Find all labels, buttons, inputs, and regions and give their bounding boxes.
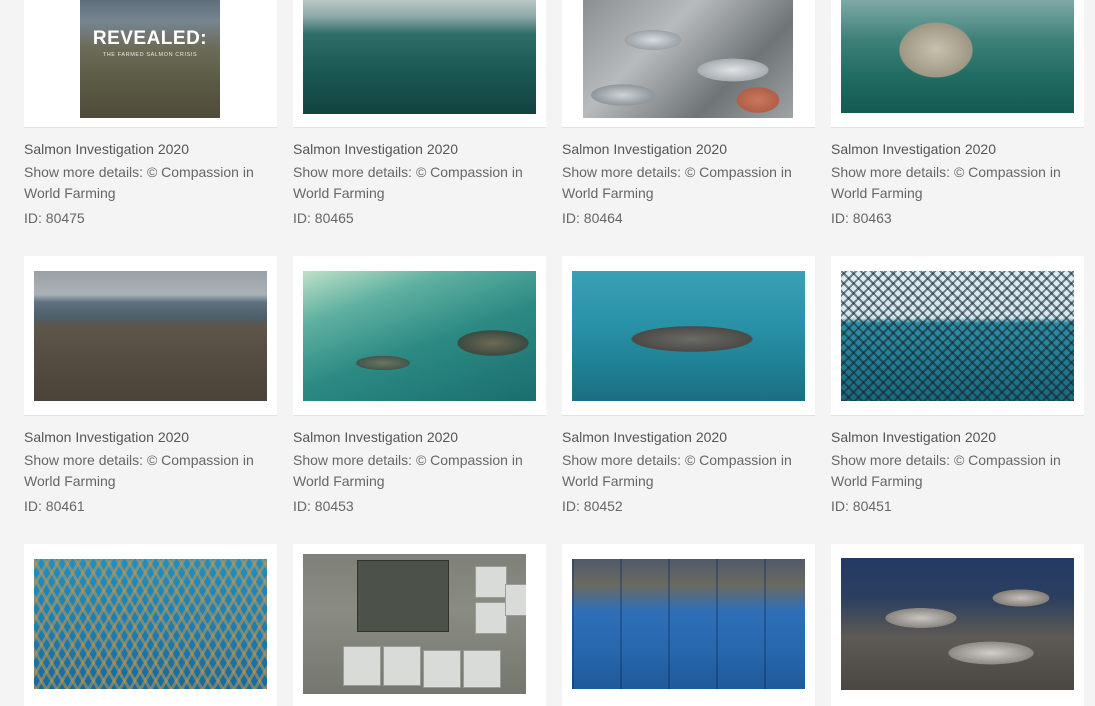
- thumbnail-image: [303, 554, 526, 694]
- thumbnail-image: [841, 271, 1074, 401]
- gallery-card: REVEALED: THE FARMED SALMON CRISIS Salmo…: [24, 0, 277, 226]
- thumbnail-image: [841, 0, 1074, 113]
- card-details-link[interactable]: Show more details: © Compassion in World…: [24, 162, 264, 204]
- card-id: ID: 80453: [293, 498, 354, 514]
- card-id: ID: 80461: [24, 498, 85, 514]
- gallery-card: [562, 544, 815, 706]
- bins-box: [475, 566, 507, 598]
- poster-subheading: THE FARMED SALMON CRISIS: [102, 52, 198, 58]
- card-id: ID: 80452: [562, 498, 623, 514]
- thumbnail-link[interactable]: [24, 544, 277, 706]
- gallery-card: Salmon Investigation 2020 Show more deta…: [562, 256, 815, 514]
- thumbnail-link[interactable]: [562, 0, 815, 128]
- card-id: ID: 80464: [562, 210, 623, 226]
- card-details-link[interactable]: Show more details: © Compassion in World…: [831, 162, 1071, 204]
- gallery-card: [831, 544, 1084, 706]
- thumbnail-link[interactable]: [562, 256, 815, 416]
- card-title[interactable]: Salmon Investigation 2020: [293, 141, 458, 157]
- thumbnail-image: [34, 559, 267, 689]
- gallery-card: [24, 544, 277, 706]
- thumbnail-image: [572, 271, 805, 401]
- bins-box: [383, 646, 421, 686]
- card-details-link[interactable]: Show more details: © Compassion in World…: [293, 450, 533, 492]
- thumbnail-link[interactable]: [562, 544, 815, 706]
- poster-heading: REVEALED:: [92, 28, 208, 49]
- bins-box: [343, 646, 381, 686]
- card-details-link[interactable]: Show more details: © Compassion in World…: [562, 162, 802, 204]
- thumbnail-link[interactable]: [831, 0, 1084, 128]
- gallery-card: Salmon Investigation 2020 Show more deta…: [293, 0, 546, 226]
- card-id: ID: 80475: [24, 210, 85, 226]
- bins-box: [423, 650, 461, 688]
- card-title[interactable]: Salmon Investigation 2020: [293, 429, 458, 445]
- gallery-card: Salmon Investigation 2020 Show more deta…: [831, 256, 1084, 514]
- thumbnail-link[interactable]: [831, 544, 1084, 706]
- card-id: ID: 80465: [293, 210, 354, 226]
- card-title[interactable]: Salmon Investigation 2020: [24, 429, 189, 445]
- gallery-card: [293, 544, 546, 706]
- bins-box: [475, 602, 507, 634]
- card-title[interactable]: Salmon Investigation 2020: [24, 141, 189, 157]
- thumbnail-image: [303, 0, 536, 114]
- card-id: ID: 80463: [831, 210, 892, 226]
- gallery-card: Salmon Investigation 2020 Show more deta…: [562, 0, 815, 226]
- gallery-card: Salmon Investigation 2020 Show more deta…: [293, 256, 546, 514]
- thumbnail-link[interactable]: REVEALED: THE FARMED SALMON CRISIS: [24, 0, 277, 128]
- thumbnail-link[interactable]: [293, 0, 546, 128]
- card-details-link[interactable]: Show more details: © Compassion in World…: [24, 450, 264, 492]
- bins-box: [463, 650, 501, 688]
- card-id: ID: 80451: [831, 498, 892, 514]
- card-details-link[interactable]: Show more details: © Compassion in World…: [293, 162, 533, 204]
- card-details-link[interactable]: Show more details: © Compassion in World…: [562, 450, 802, 492]
- card-title[interactable]: Salmon Investigation 2020: [831, 141, 996, 157]
- thumbnail-link[interactable]: [293, 256, 546, 416]
- thumbnail-image: [34, 271, 267, 401]
- gallery-card: Salmon Investigation 2020 Show more deta…: [831, 0, 1084, 226]
- card-title[interactable]: Salmon Investigation 2020: [562, 429, 727, 445]
- bins-tray: [357, 560, 449, 632]
- card-title[interactable]: Salmon Investigation 2020: [831, 429, 996, 445]
- thumbnail-image: [303, 271, 536, 401]
- thumbnail-image: [572, 559, 805, 689]
- image-gallery-grid: REVEALED: THE FARMED SALMON CRISIS Salmo…: [0, 0, 1095, 706]
- thumbnail-link[interactable]: [293, 544, 546, 706]
- card-title[interactable]: Salmon Investigation 2020: [562, 141, 727, 157]
- thumbnail-image: REVEALED: THE FARMED SALMON CRISIS: [80, 0, 220, 118]
- thumbnail-image: [583, 0, 793, 118]
- thumbnail-link[interactable]: [831, 256, 1084, 416]
- bins-box: [505, 584, 526, 616]
- gallery-card: Salmon Investigation 2020 Show more deta…: [24, 256, 277, 514]
- thumbnail-image: [841, 558, 1074, 690]
- card-details-link[interactable]: Show more details: © Compassion in World…: [831, 450, 1071, 492]
- thumbnail-link[interactable]: [24, 256, 277, 416]
